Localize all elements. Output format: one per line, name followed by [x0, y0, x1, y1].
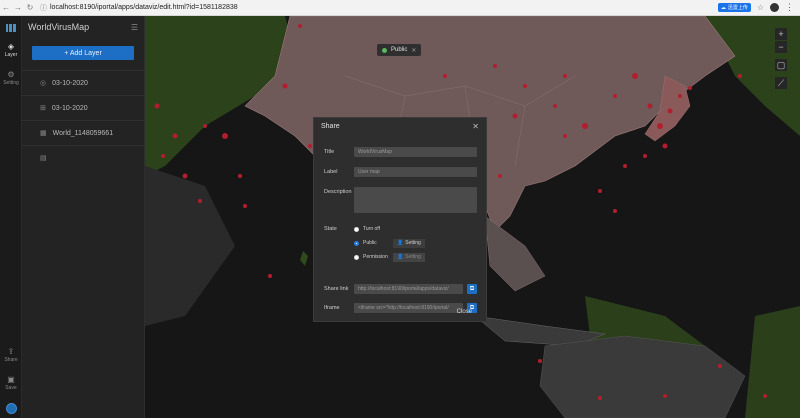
radio-button[interactable]	[354, 226, 359, 232]
info-icon: ⓘ	[40, 4, 47, 12]
fullscreen-icon[interactable]: ▢	[775, 59, 787, 71]
australia-landmass	[539, 335, 746, 418]
public-setting-button[interactable]: 👤 Setting	[393, 238, 425, 248]
permission-setting-button[interactable]: 👤 Setting	[393, 252, 425, 262]
region-layer-icon: ▦	[40, 130, 47, 137]
rail-item-share[interactable]: ⇪ Share	[0, 347, 22, 363]
logo-icon	[5, 24, 16, 32]
copy-icon[interactable]: ⧉	[467, 284, 477, 294]
extension-button[interactable]: ☁ 迅雷上传	[717, 3, 751, 12]
layer-item[interactable]: ▤	[22, 145, 144, 170]
state-label: State	[324, 226, 337, 232]
layer-item[interactable]: ◎ 03-10-2020	[22, 70, 144, 95]
map-region	[145, 166, 235, 326]
rail-item-setting[interactable]: ⚙ Setting	[0, 70, 22, 86]
iframe-label: Iframe	[324, 305, 340, 311]
description-label: Description	[324, 189, 352, 195]
share-icon: ⇪	[7, 347, 15, 356]
close-icon[interactable]: ✕	[472, 122, 479, 131]
state-radio-group: Turn off Public 👤 Setting Permission 👤 Set…	[354, 224, 425, 262]
share-link-label: Share link	[324, 286, 349, 292]
user-icon: 👤	[397, 240, 404, 246]
gear-icon: ⚙	[7, 70, 15, 79]
description-textarea[interactable]	[354, 187, 477, 213]
radio-button[interactable]	[354, 240, 359, 246]
user-icon: 👤	[397, 254, 404, 260]
cloud-icon: ☁	[720, 4, 726, 11]
menu-icon[interactable]: ⋮	[785, 2, 794, 13]
zoom-in-button[interactable]: +	[775, 28, 787, 40]
visibility-badge[interactable]: Public ✕	[377, 44, 422, 56]
forward-icon[interactable]: →	[12, 3, 24, 12]
radio-button[interactable]	[354, 254, 359, 260]
reload-icon[interactable]: ↻	[24, 3, 36, 12]
layer-item[interactable]: ▦ World_1148059661	[22, 120, 144, 145]
state-option-public[interactable]: Public 👤 Setting	[354, 238, 425, 248]
label-label: Label	[324, 169, 338, 175]
bookmark-star-icon[interactable]: ☆	[757, 3, 764, 12]
url-text: localhost:8190/iportal/apps/dataviz/edit…	[50, 4, 238, 11]
browser-toolbar: ← → ↻ ⓘ localhost:8190/iportal/apps/data…	[0, 0, 800, 16]
state-option-turn-off[interactable]: Turn off	[354, 224, 425, 234]
layers-icon: ◈	[7, 42, 15, 51]
status-dot-icon	[382, 47, 387, 53]
measure-icon[interactable]: ⟋	[775, 77, 787, 89]
share-dialog: Share ✕ Title WorldVirusMap Label User m…	[313, 117, 487, 322]
map-region	[745, 306, 800, 418]
heat-layer-icon: ◎	[40, 80, 47, 87]
map-controls: + − ▢ ⟋	[775, 28, 787, 90]
save-icon: ▣	[7, 375, 15, 384]
rail-item-layer[interactable]: ◈ Layer	[0, 42, 22, 58]
srilanka-landmass	[300, 251, 308, 266]
layer-panel: WorldVirusMap ☰ + Add Layer ◎ 03-10-2020…	[22, 16, 145, 418]
address-bar[interactable]: ⓘ localhost:8190/iportal/apps/dataviz/ed…	[40, 3, 238, 13]
title-label: Title	[324, 149, 335, 155]
state-option-permission[interactable]: Permission 👤 Setting	[354, 252, 425, 262]
point-layer-icon: ⊞	[40, 105, 46, 112]
add-layer-button[interactable]: + Add Layer	[32, 46, 134, 60]
app: ◈ Layer ⚙ Setting ⇪ Share ▣ Save WorldVi…	[0, 16, 800, 418]
avatar[interactable]	[5, 403, 17, 414]
profile-icon[interactable]	[770, 3, 779, 12]
collapse-panel-icon[interactable]: ☰	[131, 23, 138, 32]
back-icon[interactable]: ←	[0, 3, 12, 12]
dialog-title: Share	[321, 123, 340, 130]
label-input[interactable]: User map	[354, 167, 477, 177]
rail-item-save[interactable]: ▣ Save	[0, 375, 22, 391]
close-icon[interactable]: ✕	[411, 47, 416, 54]
iframe-input[interactable]: <iframe src="http://localhost:8190/iport…	[354, 303, 463, 313]
zoom-out-button[interactable]: −	[775, 41, 787, 53]
panel-title: WorldVirusMap	[28, 22, 90, 32]
title-input[interactable]: WorldVirusMap	[354, 147, 477, 157]
share-link-input[interactable]: http://localhost:8190/iportal/apps/datav…	[354, 284, 463, 294]
close-button[interactable]: Close	[457, 309, 472, 315]
base-layer-icon: ▤	[40, 155, 47, 162]
layer-item[interactable]: ⊞ 03-10-2020	[22, 95, 144, 120]
seasia-landmass	[484, 215, 546, 292]
icon-rail: ◈ Layer ⚙ Setting ⇪ Share ▣ Save	[0, 16, 22, 418]
